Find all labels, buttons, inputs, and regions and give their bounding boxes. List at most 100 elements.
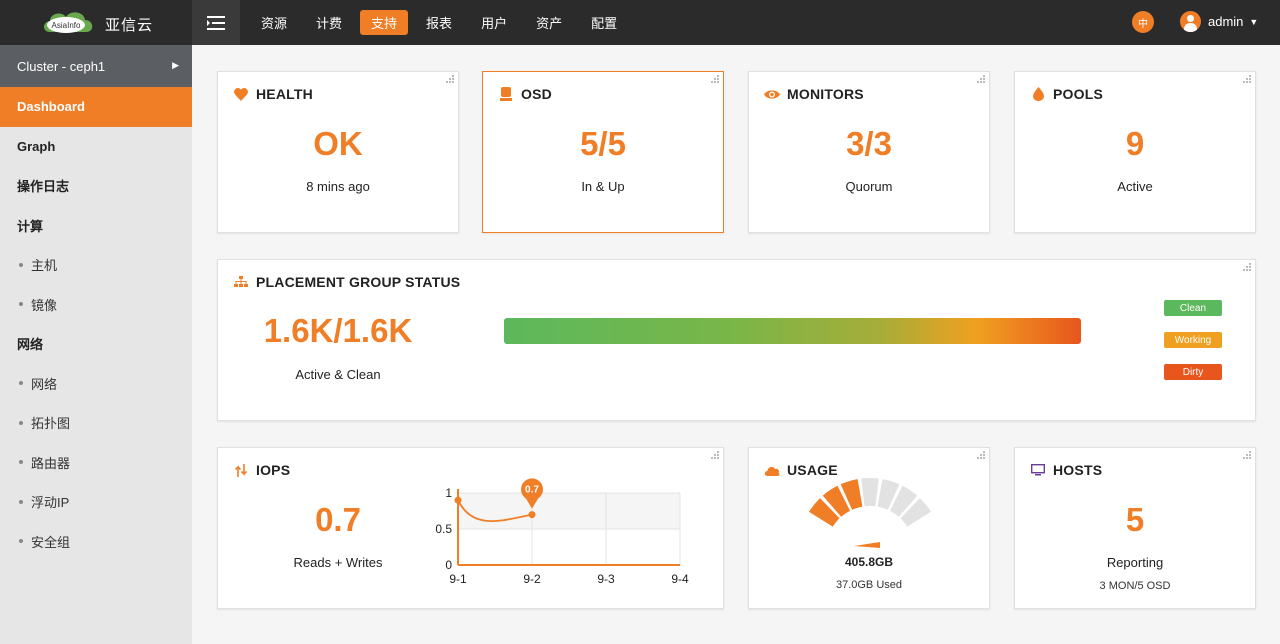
pools-value: 9 (1125, 125, 1145, 162)
sidebar-item-9[interactable]: 路由器 (0, 443, 192, 483)
sidebar-item-11[interactable]: 安全组 (0, 522, 192, 562)
bullet-icon (19, 499, 23, 504)
iops-chart: 0 0.5 1 9-1 9-2 9-3 9-4 0.7 (435, 478, 689, 586)
sidebar-item-label: 路由器 (31, 455, 71, 471)
chart-data-point (454, 496, 462, 504)
sidebar-item-2[interactable]: 操作日志 (0, 166, 192, 206)
usage-gauge (808, 478, 932, 548)
pg-status-bar (504, 318, 1081, 344)
osd-title-text: OSD (521, 86, 552, 102)
bullet-icon (19, 302, 23, 307)
nav-item-5[interactable]: 资产 (525, 10, 573, 35)
monitor-icon (1030, 462, 1046, 478)
bullet-icon (19, 539, 23, 544)
health-title: HEALTH (233, 86, 313, 102)
pools-title: POOLS (1030, 86, 1103, 102)
bullet-icon (19, 420, 23, 425)
chart-data-point (528, 511, 536, 519)
monitors-value: 3/3 (846, 125, 892, 162)
sidebar-item-label: 浮动IP (31, 495, 70, 511)
sidebar-item-label: 镜像 (31, 297, 58, 313)
nav-item-4[interactable]: 用户 (470, 10, 518, 35)
nav-item-1[interactable]: 计费 (305, 10, 353, 35)
sidebar-item-5[interactable]: 镜像 (0, 285, 192, 325)
sidebar-item-10[interactable]: 浮动IP (0, 482, 192, 522)
health-card: HEALTH OK 8 mins ago (217, 71, 459, 233)
sidebar-item-4[interactable]: 主机 (0, 245, 192, 285)
sidebar-item-label: 拓扑图 (31, 416, 71, 432)
sitemap-icon (233, 274, 249, 290)
sidebar-item-3[interactable]: 计算 (0, 206, 192, 246)
usage-value: 405.8GB (844, 555, 894, 569)
drag-handle-icon[interactable] (1243, 451, 1251, 459)
chart-y-tick-label: 1 (445, 486, 452, 500)
monitors-card: MONITORS 3/3 Quorum (748, 71, 990, 233)
sidebar-item-6[interactable]: 网络 (0, 324, 192, 364)
pools-sub: Active (1117, 179, 1153, 194)
sidebar-item-label: 操作日志 (17, 179, 70, 195)
bullet-icon (19, 381, 23, 386)
monitors-title-text: MONITORS (787, 86, 864, 102)
health-title-text: HEALTH (256, 86, 313, 102)
nav-item-3[interactable]: 报表 (415, 10, 463, 35)
sidebar-item-label: Graph (17, 138, 56, 154)
pg-value: 1.6K/1.6K (263, 312, 413, 349)
droplet-icon (1030, 86, 1046, 102)
chevron-right-icon: ▶ (172, 60, 179, 70)
sidebar-item-label: Dashboard (17, 99, 85, 115)
osd-sub: In & Up (581, 179, 625, 194)
heart-icon (233, 86, 249, 102)
nav-item-6[interactable]: 配置 (580, 10, 628, 35)
chart-x-tick-label: 9-1 (449, 572, 467, 586)
logo[interactable]: AsiaInfo 亚信云 (0, 0, 192, 45)
health-sub: 8 mins ago (306, 179, 370, 194)
drag-handle-icon[interactable] (446, 75, 454, 83)
legend-clean: Clean (1164, 300, 1222, 316)
cluster-selector[interactable]: Cluster - ceph1 ▶ (0, 45, 192, 87)
menu-toggle-button[interactable] (192, 0, 240, 45)
pools-card: POOLS 9 Active (1014, 71, 1256, 233)
bullet-icon (19, 262, 23, 267)
pg-title-text: PLACEMENT GROUP STATUS (256, 274, 461, 290)
drag-handle-icon[interactable] (977, 75, 985, 83)
gauge-needle (854, 542, 880, 548)
osd-card: OSD 5/5 In & Up (482, 71, 724, 233)
hosts-card: HOSTS 5 Reporting 3 MON/5 OSD (1014, 447, 1256, 609)
sidebar-item-label: 网络 (17, 337, 44, 353)
chart-x-tick-label: 9-3 (597, 572, 615, 586)
language-switch[interactable]: 中 (1132, 11, 1154, 33)
nav-item-0[interactable]: 资源 (250, 10, 298, 35)
hosts-sub: Reporting (1106, 555, 1164, 570)
chart-x-tick-label: 9-4 (671, 572, 689, 586)
drag-handle-icon[interactable] (711, 75, 719, 83)
logo-text: 亚信云 (105, 17, 154, 34)
sidebar-item-label: 网络 (31, 376, 58, 392)
sidebar: Cluster - ceph1 ▶ Dashboard Graph 操作日志计算主机… (0, 45, 192, 644)
user-menu[interactable]: admin ▼ (1180, 11, 1258, 32)
sidebar-item-7[interactable]: 网络 (0, 364, 192, 404)
bullet-icon (19, 460, 23, 465)
logo-cloud-icon: AsiaInfo (44, 12, 93, 33)
chart-plot-band (458, 493, 680, 529)
chart-y-tick-label: 0.5 (435, 522, 452, 536)
chart-y-tick-label: 0 (445, 558, 452, 572)
sidebar-item-8[interactable]: 拓扑图 (0, 403, 192, 443)
hosts-title-text: HOSTS (1053, 462, 1103, 478)
monitors-sub: Quorum (845, 179, 893, 194)
sidebar-item-1[interactable]: Graph (0, 127, 192, 167)
top-bar: AsiaInfo 亚信云 资源 计费 支持 报表 用户 资产 配置 中 admin ▼ (0, 0, 1280, 45)
drive-icon (498, 86, 514, 102)
legend-working: Working (1164, 332, 1222, 348)
sidebar-item-0[interactable]: Dashboard (0, 87, 192, 127)
monitors-title: MONITORS (764, 86, 864, 102)
chevron-down-icon: ▼ (1249, 16, 1259, 27)
hosts-sub2: 3 MON/5 OSD (1099, 580, 1171, 592)
eye-icon (764, 86, 780, 102)
placement-group-card: PLACEMENT GROUP STATUS 1.6K/1.6K Active … (217, 259, 1256, 421)
drag-handle-icon[interactable] (1243, 75, 1251, 83)
sidebar-item-label: 主机 (31, 258, 58, 274)
nav-item-2[interactable]: 支持 (360, 10, 409, 35)
gauge-segment (861, 478, 879, 507)
drag-handle-icon[interactable] (1243, 263, 1251, 271)
usage-sub: 37.0GB Used (835, 579, 903, 591)
